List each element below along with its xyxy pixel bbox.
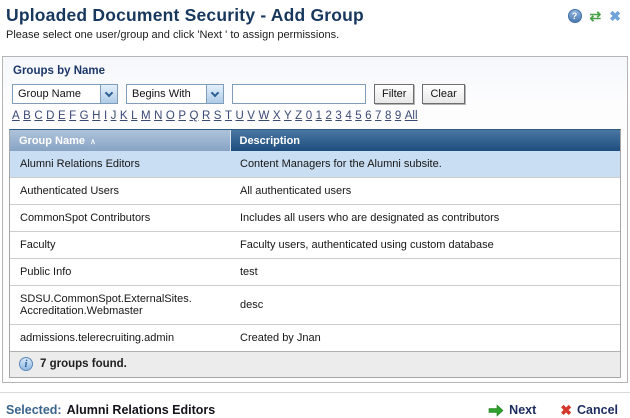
groups-table: Group Name ∧ Description Alumni Relations… <box>9 129 621 378</box>
alphabet-link-9[interactable]: 9 <box>395 110 401 122</box>
alphabet-link-p[interactable]: P <box>178 110 186 122</box>
groups-found-count: 7 groups found. <box>40 358 127 370</box>
group-name-cell: Public Info <box>10 259 230 286</box>
alphabet-link-x[interactable]: X <box>273 110 281 122</box>
alphabet-link-n[interactable]: N <box>154 110 162 122</box>
alphabet-link-u[interactable]: U <box>235 110 243 122</box>
alphabet-link-8[interactable]: 8 <box>385 110 391 122</box>
operator-select[interactable]: Begins With <box>126 84 224 104</box>
table-status-row: i 7 groups found. <box>10 351 620 377</box>
table-row[interactable]: admissions.telerecruiting.admin Created … <box>10 325 620 352</box>
group-description-cell: Content Managers for the Alumni subsite. <box>230 151 620 178</box>
filter-input[interactable] <box>232 84 366 104</box>
group-name-cell: CommonSpot Contributors <box>10 205 230 232</box>
alphabet-link-y[interactable]: Y <box>284 110 292 122</box>
field-select-value: Group Name <box>13 85 100 103</box>
table-row[interactable]: Alumni Relations Editors Content Manager… <box>10 151 620 178</box>
dialog-instructions: Please select one user/group and click '… <box>6 29 622 41</box>
close-icon[interactable]: ✖ <box>609 9 621 23</box>
dialog-header: Uploaded Document Security - Add Group P… <box>0 0 630 41</box>
group-description-cell: Includes all users who are designated as… <box>230 205 620 232</box>
column-label: Group Name <box>19 135 85 147</box>
alphabet-link-a[interactable]: A <box>12 110 20 122</box>
cancel-button[interactable]: ✖ Cancel <box>560 403 618 417</box>
selected-label: Selected: <box>6 403 62 417</box>
group-description-cell: Created by Jnan <box>230 325 620 352</box>
page-title: Uploaded Document Security - Add Group <box>6 5 622 26</box>
chevron-down-icon <box>100 85 117 103</box>
field-select[interactable]: Group Name <box>12 84 118 104</box>
alphabet-link-e[interactable]: E <box>58 110 66 122</box>
alphabet-link-d[interactable]: D <box>46 110 54 122</box>
alphabet-link-6[interactable]: 6 <box>365 110 371 122</box>
group-description-cell: desc <box>230 286 620 325</box>
next-label: Next <box>509 403 536 417</box>
filter-row: Group Name Begins With Filter Clear <box>3 83 627 106</box>
alphabet-link-l[interactable]: L <box>131 110 137 122</box>
table-row[interactable]: CommonSpot Contributors Includes all use… <box>10 205 620 232</box>
green-arrow-icon <box>488 404 504 417</box>
alphabet-link-0[interactable]: 0 <box>306 110 312 122</box>
header-icons: ? ⇄ ✖ <box>568 9 621 23</box>
column-label: Description <box>240 135 301 147</box>
group-name-cell: admissions.telerecruiting.admin <box>10 325 230 352</box>
sort-asc-icon: ∧ <box>90 137 96 146</box>
bottom-bar: Selected: Alumni Relations Editors Next ✖… <box>0 393 630 417</box>
alphabet-link-i[interactable]: I <box>104 110 107 122</box>
group-name-cell: Faculty <box>10 232 230 259</box>
table-row[interactable]: SDSU.CommonSpot.ExternalSites. Accredita… <box>10 286 620 325</box>
action-buttons: Next ✖ Cancel <box>488 403 618 417</box>
alphabet-link-2[interactable]: 2 <box>326 110 332 122</box>
cancel-label: Cancel <box>577 403 618 417</box>
chevron-down-icon <box>206 85 223 103</box>
groups-panel: Groups by Name Group Name Begins With Fi… <box>2 56 628 383</box>
filter-button[interactable]: Filter <box>374 84 414 104</box>
alphabet-link-t[interactable]: T <box>225 110 232 122</box>
alphabet-link-1[interactable]: 1 <box>316 110 322 122</box>
table-row[interactable]: Public Info test <box>10 259 620 286</box>
clear-button[interactable]: Clear <box>422 84 464 104</box>
alphabet-link-m[interactable]: M <box>141 110 151 122</box>
group-name-cell: Alumni Relations Editors <box>10 151 230 178</box>
refresh-icon[interactable]: ⇄ <box>590 9 602 23</box>
alphabet-link-j[interactable]: J <box>111 110 117 122</box>
alphabet-link-g[interactable]: G <box>80 110 89 122</box>
group-description-cell: All authenticated users <box>230 178 620 205</box>
alphabet-link-5[interactable]: 5 <box>355 110 361 122</box>
table-header-row: Group Name ∧ Description <box>10 130 620 151</box>
alphabet-link-4[interactable]: 4 <box>345 110 351 122</box>
alphabet-link-7[interactable]: 7 <box>375 110 381 122</box>
next-button[interactable]: Next <box>488 403 536 417</box>
selection-summary: Selected: Alumni Relations Editors <box>6 403 215 417</box>
column-header-group-name[interactable]: Group Name ∧ <box>10 130 230 151</box>
alphabet-link-b[interactable]: B <box>23 110 31 122</box>
alphabet-link-q[interactable]: Q <box>190 110 199 122</box>
info-icon: i <box>19 357 33 371</box>
alphabet-link-all[interactable]: All <box>405 110 418 122</box>
group-description-cell: Faculty users, authenticated using custo… <box>230 232 620 259</box>
operator-select-value: Begins With <box>127 85 206 103</box>
help-icon[interactable]: ? <box>568 9 582 23</box>
alphabet-link-z[interactable]: Z <box>295 110 302 122</box>
column-header-description[interactable]: Description <box>230 130 620 151</box>
alphabet-link-v[interactable]: V <box>247 110 255 122</box>
alphabet-link-h[interactable]: H <box>92 110 100 122</box>
group-name-cell: SDSU.CommonSpot.ExternalSites. Accredita… <box>10 286 230 325</box>
selected-value: Alumni Relations Editors <box>67 403 216 417</box>
alphabet-link-c[interactable]: C <box>34 110 42 122</box>
panel-title: Groups by Name <box>3 57 627 83</box>
table-row[interactable]: Authenticated Users All authenticated us… <box>10 178 620 205</box>
alphabet-link-3[interactable]: 3 <box>335 110 341 122</box>
alphabet-links: ABCDEFGHIJKLMNOPQRSTUVWXYZ0123456789 All <box>3 106 627 129</box>
group-description-cell: test <box>230 259 620 286</box>
red-x-icon: ✖ <box>560 403 572 417</box>
alphabet-link-w[interactable]: W <box>258 110 269 122</box>
group-name-cell: Authenticated Users <box>10 178 230 205</box>
alphabet-link-k[interactable]: K <box>120 110 128 122</box>
alphabet-link-o[interactable]: O <box>166 110 175 122</box>
alphabet-link-f[interactable]: F <box>69 110 76 122</box>
table-row[interactable]: Faculty Faculty users, authenticated usi… <box>10 232 620 259</box>
alphabet-link-s[interactable]: S <box>214 110 222 122</box>
alphabet-link-r[interactable]: R <box>202 110 210 122</box>
